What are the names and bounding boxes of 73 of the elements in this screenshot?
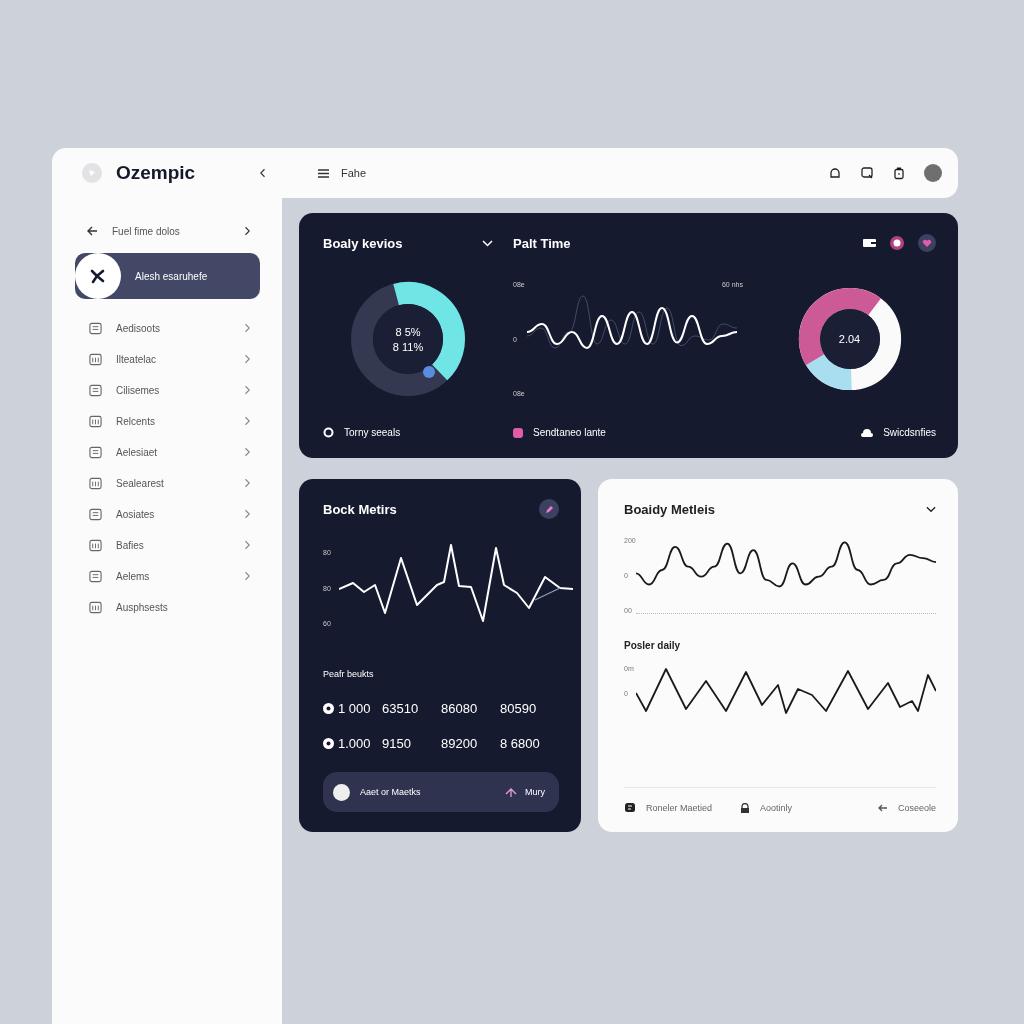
- donut-value: 2.04: [838, 333, 861, 345]
- sidebar-item[interactable]: Aelems: [75, 561, 260, 591]
- sidebar-item[interactable]: Aedisoots: [75, 313, 260, 343]
- sidebar-item[interactable]: Relcents: [75, 406, 260, 436]
- donut-value: 8 5%: [395, 325, 421, 338]
- menu-icon[interactable]: [318, 168, 329, 178]
- app-name: Ozempic: [116, 162, 197, 184]
- sidebar-item[interactable]: Ilteatelac: [75, 344, 260, 374]
- panel-title: Palt Time: [513, 235, 571, 251]
- legend-label: Torny seeals: [344, 427, 401, 438]
- stat-value: 89200: [441, 736, 478, 751]
- wallet-icon[interactable]: [863, 238, 876, 248]
- back-arrow-icon[interactable]: [87, 226, 98, 236]
- logo-icon: [82, 163, 102, 183]
- cloud-icon: [861, 428, 874, 437]
- bell-icon[interactable]: [828, 166, 842, 180]
- chevron-down-icon[interactable]: [926, 505, 936, 513]
- page-title: Fahe: [341, 167, 367, 179]
- list-icon: [89, 600, 102, 614]
- card-title: Bock Metirs: [323, 501, 397, 517]
- list-icon: [89, 352, 102, 366]
- edit-button[interactable]: [539, 499, 559, 519]
- chat-icon: [624, 802, 636, 814]
- list-icon: [89, 507, 102, 521]
- coin-icon: [323, 738, 334, 749]
- coin-icon: [323, 703, 334, 714]
- legend-label: Swicdsnfies: [883, 427, 936, 438]
- tag-icon: [513, 427, 523, 438]
- list-icon: [89, 414, 102, 428]
- sidebar-header: Fuel fime dolos: [112, 225, 181, 237]
- section-label: Posler daily: [624, 640, 682, 651]
- sidebar-item[interactable]: Ausphsests: [75, 592, 260, 622]
- list-icon: [89, 445, 102, 459]
- stat-value: 8 6800: [500, 736, 540, 751]
- message-icon[interactable]: [860, 166, 874, 180]
- lock-icon: [740, 802, 751, 814]
- card-title: Boaidy Metleis: [624, 501, 716, 517]
- list-icon: [89, 476, 102, 490]
- panel-title: Boaly kevios: [323, 235, 403, 251]
- footer-link[interactable]: Aootinly: [760, 803, 793, 813]
- stat-value: 80590: [500, 701, 537, 716]
- sidebar-item[interactable]: Aosiates: [75, 499, 260, 529]
- footer-link[interactable]: Coseeole: [897, 803, 936, 813]
- stat-value: 63510: [382, 701, 419, 716]
- ring-icon: [323, 427, 334, 438]
- pencil-icon: [544, 504, 554, 514]
- arrow-left-icon: [877, 804, 888, 812]
- chevron-right-icon[interactable]: [244, 226, 250, 236]
- legend-label: Sendtaneo lante: [533, 427, 606, 438]
- list-icon: [89, 383, 102, 397]
- stat-value: 86080: [441, 701, 478, 716]
- sidebar-item[interactable]: Bafies: [75, 530, 260, 560]
- user-icon: [333, 783, 350, 801]
- list-icon: [89, 538, 102, 552]
- arrow-up-icon: [505, 787, 517, 797]
- stat-value: 1 000: [338, 701, 371, 716]
- bag-icon[interactable]: [892, 166, 906, 180]
- stat-value: 9150: [382, 736, 411, 751]
- avatar[interactable]: [924, 164, 942, 182]
- footer-label: Aaet or Maetks: [360, 787, 422, 797]
- footer-link[interactable]: Roneler Maetied: [646, 803, 713, 813]
- sidebar-item[interactable]: Sealearest: [75, 468, 260, 498]
- stat-value: 1.000: [338, 736, 371, 751]
- donut-value: 8 11%: [392, 340, 424, 353]
- more-link[interactable]: Mury: [505, 787, 545, 797]
- list-icon: [89, 569, 102, 583]
- background-wave-line: [534, 587, 561, 601]
- sidebar-item[interactable]: Alesh esaruhefe: [75, 253, 260, 299]
- collapse-icon[interactable]: [260, 168, 266, 178]
- list-icon: [89, 321, 102, 335]
- sidebar-item[interactable]: Cilisemes: [75, 375, 260, 405]
- section-label: Peafr beukts: [323, 669, 375, 679]
- sidebar-item[interactable]: Aelesiaet: [75, 437, 260, 467]
